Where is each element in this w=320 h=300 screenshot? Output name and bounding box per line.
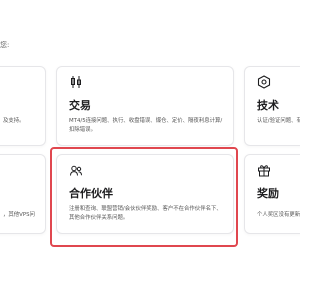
users-icon [69,164,83,178]
candlestick-chart-icon [69,75,83,89]
card-trading-desc: MT4/5连接问题、执行、收盘错误、爆仓、定价、隔夜利息计算/扣除错误。 [69,118,223,133]
card-technical-desc: 认证/验证问题、有 [257,118,300,124]
card-technical[interactable]: 技术 认证/验证问题、有 [244,66,300,146]
card-partner-desc: 注册和查询、联盟营销/会伙伙伴奖励、客户不在合作伙伴名下、其他合作伙伴关系问题。 [69,206,222,221]
card-trading-title: 交易 [69,99,91,112]
card-rewards[interactable]: 奖励 个人奖区没有更新 [244,154,300,234]
card-trading[interactable]: 交易 MT4/5连接问题、执行、收盘错误、爆仓、定价、隔夜利息计算/扣除错误。 [56,66,234,146]
support-category-page: 您: 及支持。 交易 MT4/5连接问题、执行、收盘错误、爆仓、定价、隔夜利息计… [0,0,300,300]
hexagon-settings-icon [257,75,271,89]
card-bottom-left-desc: ，其他VPS问 [3,212,35,218]
card-bottom-left[interactable]: ，其他VPS问 [0,154,46,234]
card-top-left-desc: 及支持。 [3,118,25,124]
card-partner-title: 合作伙伴 [69,187,113,200]
card-rewards-desc: 个人奖区没有更新 [257,212,300,218]
intro-text: 您: [0,41,10,49]
card-top-left[interactable]: 及支持。 [0,66,46,146]
card-partner[interactable]: 合作伙伴 注册和查询、联盟营销/会伙伙伴奖励、客户不在合作伙伴名下、其他合作伙伴… [56,154,234,234]
card-technical-title: 技术 [257,99,279,112]
gift-icon [257,163,271,177]
card-rewards-title: 奖励 [257,187,279,200]
